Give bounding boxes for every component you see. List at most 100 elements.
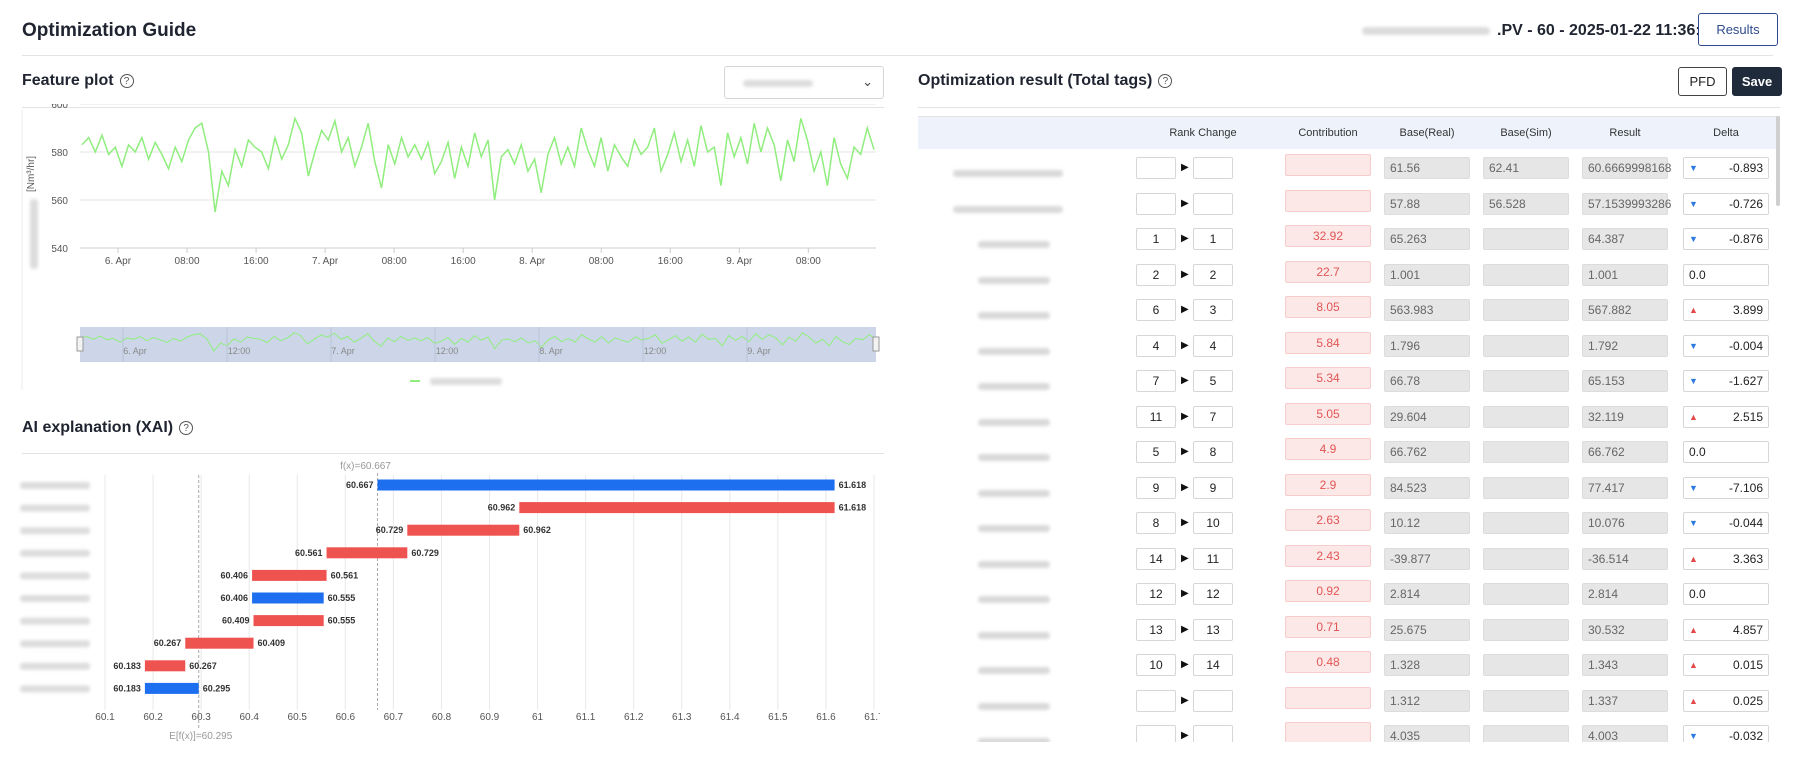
triangle-down-icon: ▼: [1689, 234, 1698, 244]
rank-after-input[interactable]: 3: [1193, 299, 1233, 321]
delta-input[interactable]: 0.0: [1683, 583, 1769, 605]
pfd-button[interactable]: PFD: [1678, 67, 1727, 96]
rank-before-input[interactable]: 14: [1136, 547, 1176, 570]
tag-name-redacted: [978, 732, 1050, 742]
rank-before-input[interactable]: 13: [1136, 618, 1176, 641]
rank-before-input[interactable]: 11: [1136, 405, 1176, 428]
contribution-value: 2.63: [1285, 509, 1371, 531]
rank-after-input[interactable]: [1193, 689, 1233, 712]
delta-input[interactable]: ▲ 0.015: [1683, 654, 1769, 676]
triangle-up-icon: ▲: [1689, 305, 1698, 315]
base-sim-value: [1483, 299, 1569, 321]
delta-input[interactable]: ▼ -0.044: [1683, 512, 1769, 534]
rank-before-input[interactable]: 7: [1136, 370, 1176, 392]
col-contribution: Contribution: [1298, 127, 1358, 139]
delta-input[interactable]: ▲ 4.857: [1683, 618, 1769, 641]
rank-before-input[interactable]: [1136, 689, 1176, 712]
rank-before-input[interactable]: [1136, 192, 1176, 215]
optimization-table: Rank Change Contribution Base(Real) Base…: [918, 116, 1780, 742]
tag-name-redacted: [978, 519, 1050, 537]
rank-before-input[interactable]: [1136, 725, 1176, 742]
arrow-right-icon: ▶: [1181, 517, 1189, 528]
navigator[interactable]: [80, 327, 876, 362]
rank-after-input[interactable]: 10: [1193, 512, 1233, 534]
rank-before-input[interactable]: 6: [1136, 299, 1176, 321]
rank-after-input[interactable]: 5: [1193, 370, 1233, 392]
help-icon[interactable]: ?: [179, 421, 194, 435]
delta-input[interactable]: ▼ -0.893: [1683, 157, 1769, 179]
tag-name-redacted: [1362, 27, 1490, 35]
delta-input[interactable]: ▼ -0.004: [1683, 334, 1769, 357]
rank-after-input[interactable]: 2: [1193, 263, 1233, 286]
delta-input[interactable]: ▼ -7.106: [1683, 476, 1769, 499]
x-tick-label: 60.1: [95, 712, 115, 723]
table-scrollbar[interactable]: [1776, 116, 1780, 206]
contribution-value: 5.05: [1285, 402, 1371, 425]
delta-value: -0.004: [1728, 338, 1763, 353]
rank-after-input[interactable]: 13: [1193, 618, 1233, 641]
delta-value: 4.857: [1732, 622, 1763, 637]
tag-name-redacted: [978, 484, 1050, 502]
rank-after-input[interactable]: 8: [1193, 441, 1233, 463]
base-sim-value: [1483, 441, 1569, 463]
rank-after-input[interactable]: 7: [1193, 405, 1233, 428]
arrow-right-icon: ▶: [1181, 694, 1189, 706]
feature-select[interactable]: ⌄: [724, 66, 884, 99]
x-tick-label: 61.3: [672, 712, 692, 723]
navigator-handle-left[interactable]: [76, 336, 84, 352]
save-button[interactable]: Save: [1732, 67, 1782, 96]
results-button[interactable]: Results: [1698, 13, 1778, 46]
feature-plot-title-text: Feature plot: [22, 72, 114, 89]
rank-after-input[interactable]: [1193, 725, 1233, 742]
delta-input[interactable]: ▼ -0.032: [1683, 725, 1769, 742]
delta-input[interactable]: ▲ 3.363: [1683, 547, 1769, 570]
rank-after-input[interactable]: [1193, 192, 1233, 215]
delta-input[interactable]: ▲ 2.515: [1683, 405, 1769, 428]
table-row: 9 ▶ 9 2.9 84.523 77.417 ▼ -7.106: [918, 472, 1780, 508]
delta-input[interactable]: ▲ 3.899: [1683, 299, 1769, 321]
navigator-tick-label: 8. Apr: [539, 346, 563, 356]
help-icon[interactable]: ?: [1158, 74, 1173, 88]
result-value: 567.882: [1582, 299, 1668, 321]
delta-input[interactable]: ▲ 0.025: [1683, 689, 1769, 712]
base-real-value: 1.328: [1384, 654, 1470, 676]
delta-value: 0.015: [1732, 658, 1763, 672]
rank-after-input[interactable]: 1: [1193, 228, 1233, 250]
x-tick-label: 61.7: [864, 712, 880, 723]
bar-start-label: 60.406: [221, 593, 249, 603]
rank-after-input[interactable]: 9: [1193, 476, 1233, 499]
rank-before-input[interactable]: [1136, 157, 1176, 179]
rank-before-input[interactable]: 12: [1136, 583, 1176, 605]
triangle-up-icon: ▲: [1689, 660, 1698, 670]
delta-input[interactable]: 0.0: [1683, 263, 1769, 286]
navigator-handle-right[interactable]: [872, 336, 880, 352]
rank-before-input[interactable]: 4: [1136, 334, 1176, 357]
rank-before-input[interactable]: 9: [1136, 476, 1176, 499]
bar-start-label: 60.183: [113, 683, 141, 693]
rank-after-input[interactable]: 12: [1193, 583, 1233, 605]
rank-after-input[interactable]: 11: [1193, 547, 1233, 570]
rank-before-input[interactable]: 8: [1136, 512, 1176, 534]
delta-value: -0.893: [1728, 161, 1763, 175]
table-row: 10 ▶ 14 0.48 1.328 1.343 ▲ 0.015: [918, 649, 1780, 685]
feature-select-value: [743, 80, 813, 87]
delta-input[interactable]: ▼ -0.876: [1683, 228, 1769, 250]
tag-name-redacted: [978, 235, 1050, 253]
rank-before-input[interactable]: 5: [1136, 441, 1176, 463]
rank-before-input[interactable]: 10: [1136, 654, 1176, 676]
rank-before-input[interactable]: 1: [1136, 228, 1176, 250]
help-icon[interactable]: ?: [119, 74, 134, 88]
delta-input[interactable]: ▼ -0.726: [1683, 192, 1769, 215]
x-tick-label: 60.8: [432, 712, 452, 723]
rank-after-input[interactable]: 14: [1193, 654, 1233, 676]
delta-input[interactable]: 0.0: [1683, 441, 1769, 463]
rank-after-input[interactable]: [1193, 157, 1233, 179]
delta-input[interactable]: ▼ -1.627: [1683, 370, 1769, 392]
result-value: 66.762: [1582, 441, 1668, 463]
rank-before-input[interactable]: 2: [1136, 263, 1176, 286]
bar-end-label: 61.618: [839, 480, 867, 490]
table-row: ▶ 1.312 1.337 ▲ 0.025: [918, 685, 1780, 721]
rank-after-input[interactable]: 4: [1193, 334, 1233, 357]
col-result: Result: [1609, 127, 1641, 139]
contribution-value: 0.71: [1285, 615, 1371, 638]
